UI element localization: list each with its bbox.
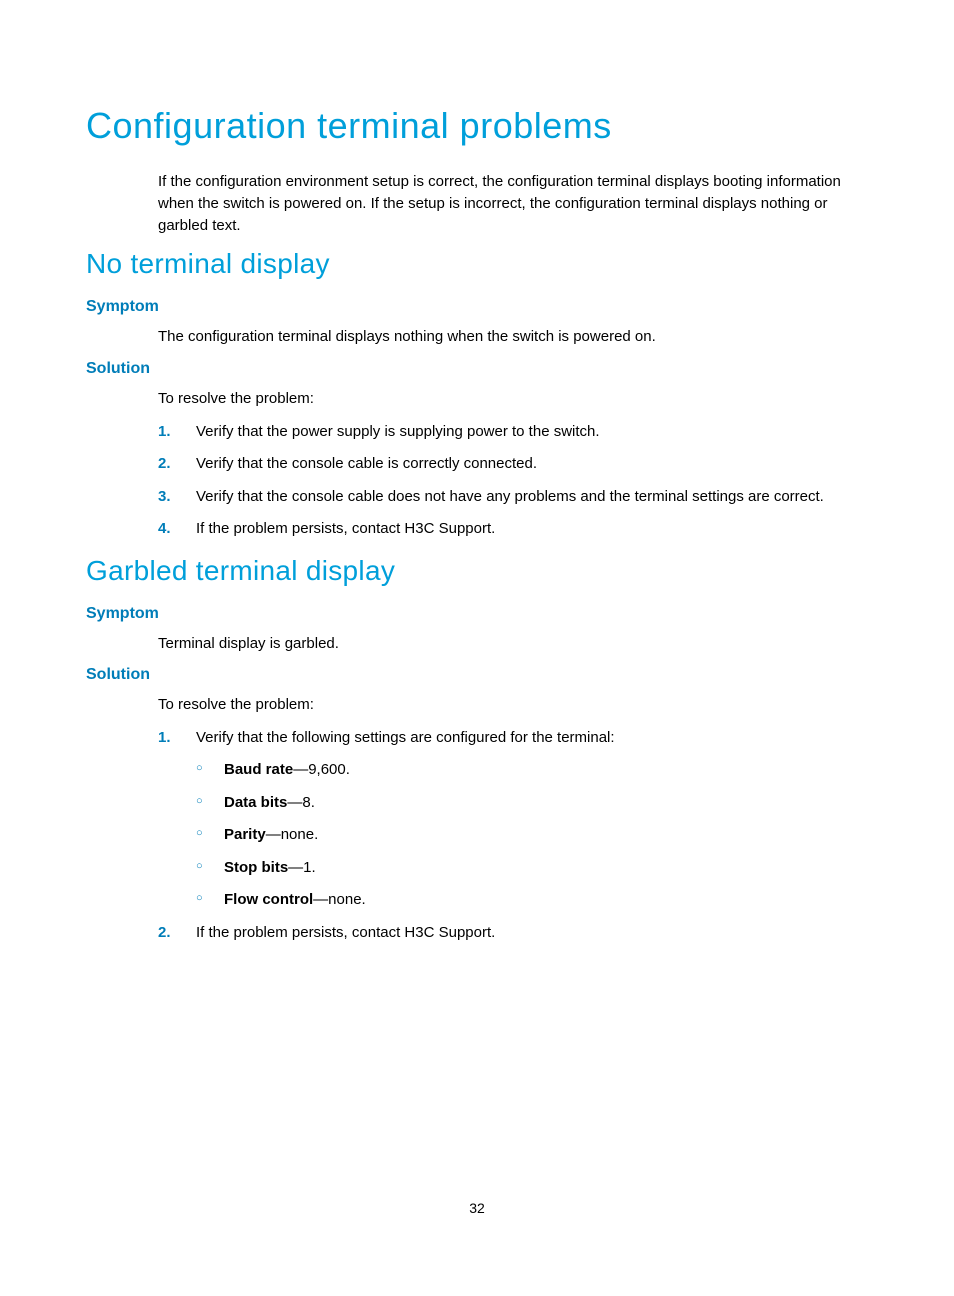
list-item: ○ Flow control—none.: [196, 889, 868, 912]
heading-h1: Configuration terminal problems: [86, 105, 868, 147]
solution-label-2: Solution: [86, 666, 868, 684]
list-text: Verify that the following settings are c…: [196, 729, 615, 746]
list-item: ○ Baud rate—9,600.: [196, 759, 868, 782]
page-number: 32: [0, 1200, 954, 1216]
setting-value: —9,600.: [293, 761, 350, 778]
intro-text: If the configuration environment setup i…: [158, 171, 868, 236]
list-item: ○ Data bits—8.: [196, 792, 868, 815]
setting-value: —none.: [266, 826, 319, 843]
symptom-label-2: Symptom: [86, 605, 868, 623]
symptom-text-1: The configuration terminal displays noth…: [158, 326, 868, 348]
list-item: 2. If the problem persists, contact H3C …: [158, 922, 868, 945]
list-item: 4. If the problem persists, contact H3C …: [158, 518, 868, 541]
list-text: Verify that the console cable does not h…: [196, 488, 824, 505]
solution-label-1: Solution: [86, 360, 868, 378]
bullet-icon: ○: [196, 890, 203, 907]
symptom-text-2: Terminal display is garbled.: [158, 633, 868, 655]
list-number: 2.: [158, 922, 171, 945]
setting-label: Baud rate: [224, 761, 293, 778]
settings-list: ○ Baud rate—9,600. ○ Data bits—8. ○ Pari…: [196, 759, 868, 912]
list-item: 3. Verify that the console cable does no…: [158, 486, 868, 509]
list-item: 1. Verify that the power supply is suppl…: [158, 421, 868, 444]
setting-label: Stop bits: [224, 859, 288, 876]
solution-intro-2: To resolve the problem:: [158, 694, 868, 717]
list-item: 1. Verify that the following settings ar…: [158, 727, 868, 912]
solution-steps-1: 1. Verify that the power supply is suppl…: [158, 421, 868, 541]
solution-intro-1: To resolve the problem:: [158, 388, 868, 411]
solution-steps-2: 1. Verify that the following settings ar…: [158, 727, 868, 945]
list-number: 1.: [158, 727, 171, 750]
heading-section-2: Garbled terminal display: [86, 555, 868, 587]
bullet-icon: ○: [196, 858, 203, 875]
bullet-icon: ○: [196, 825, 203, 842]
list-number: 1.: [158, 421, 171, 444]
list-text: If the problem persists, contact H3C Sup…: [196, 520, 495, 537]
list-text: Verify that the console cable is correct…: [196, 455, 537, 472]
setting-value: —8.: [287, 794, 315, 811]
bullet-icon: ○: [196, 793, 203, 810]
list-item: ○ Stop bits—1.: [196, 857, 868, 880]
list-item: ○ Parity—none.: [196, 824, 868, 847]
setting-label: Flow control: [224, 891, 313, 908]
setting-value: —1.: [288, 859, 316, 876]
bullet-icon: ○: [196, 760, 203, 777]
list-text: If the problem persists, contact H3C Sup…: [196, 924, 495, 941]
symptom-label-1: Symptom: [86, 298, 868, 316]
list-number: 2.: [158, 453, 171, 476]
setting-label: Parity: [224, 826, 266, 843]
setting-label: Data bits: [224, 794, 287, 811]
list-item: 2. Verify that the console cable is corr…: [158, 453, 868, 476]
list-number: 4.: [158, 518, 171, 541]
list-text: Verify that the power supply is supplyin…: [196, 423, 600, 440]
list-number: 3.: [158, 486, 171, 509]
setting-value: —none.: [313, 891, 366, 908]
heading-section-1: No terminal display: [86, 248, 868, 280]
